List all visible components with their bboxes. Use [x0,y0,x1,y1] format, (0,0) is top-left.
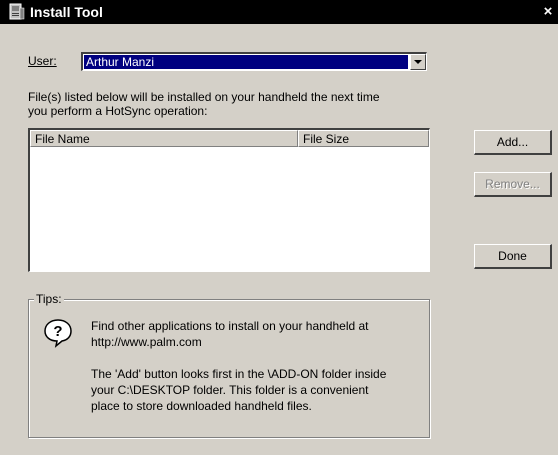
file-list[interactable]: File Name File Size [28,128,430,272]
user-label: User: [28,54,57,68]
instructions-line-2: you perform a HotSync operation: [28,104,208,118]
tip-palm-website: Find other applications to install on yo… [91,319,369,349]
install-tool-icon [9,3,25,20]
tips-label: Tips: [34,292,64,306]
instructions-line-1: File(s) listed below will be installed o… [28,90,380,104]
add-button[interactable]: Add... [474,130,552,155]
tip-add-on-folder: The 'Add' button looks first in the \ADD… [91,367,387,413]
user-dropdown[interactable]: Arthur Manzi [81,52,427,71]
close-button[interactable]: × [540,4,556,20]
user-dropdown-value: Arthur Manzi [84,55,408,69]
column-header-file-size[interactable]: File Size [298,130,429,147]
svg-text:?: ? [53,323,62,340]
help-question-icon: ? [44,319,72,348]
column-header-file-name[interactable]: File Name [30,130,298,147]
user-label-text: User: [28,54,57,68]
remove-button[interactable]: Remove... [474,172,552,197]
done-button[interactable]: Done [474,244,552,269]
title-bar: Install Tool × [0,0,558,24]
window-title: Install Tool [30,4,103,20]
dropdown-arrow-icon[interactable] [410,54,426,70]
